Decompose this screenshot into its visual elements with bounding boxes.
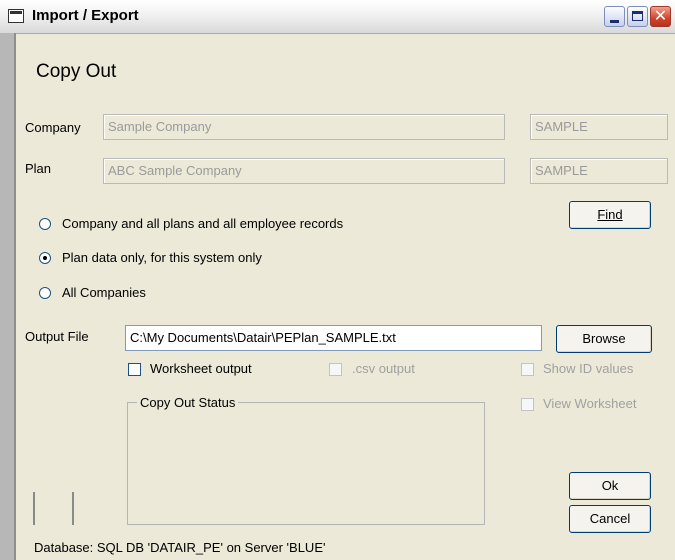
csv-output-label: .csv output [352,361,415,376]
browse-button[interactable]: Browse [556,325,652,353]
plan-code-field[interactable]: SAMPLE [530,158,668,184]
radio-company-all[interactable] [39,218,51,230]
ok-button[interactable]: Ok [569,472,651,500]
company-name-field[interactable]: Sample Company [103,114,505,140]
radio-plan-only-label[interactable]: Plan data only, for this system only [62,250,262,265]
show-id-values-checkbox [521,363,534,376]
view-worksheet-label: View Worksheet [543,396,637,411]
browse-button-label: Browse [582,331,626,346]
view-worksheet-checkbox [521,398,534,411]
company-code-field[interactable]: SAMPLE [530,114,668,140]
radio-company-all-label[interactable]: Company and all plans and all employee r… [62,216,343,231]
radio-all-companies-label[interactable]: All Companies [62,285,146,300]
minimize-button[interactable] [604,6,625,27]
plan-name-field[interactable]: ABC Sample Company [103,158,505,184]
radio-plan-only[interactable] [39,252,51,264]
maximize-button[interactable] [627,6,648,27]
worksheet-output-checkbox[interactable] [128,363,141,376]
plan-label: Plan [25,161,52,176]
csv-output-checkbox [329,363,342,376]
window-title: Import / Export [32,7,139,24]
app-icon [8,9,24,23]
minimize-icon [610,20,619,23]
output-file-field[interactable]: C:\My Documents\Datair\PEPlan_SAMPLE.txt [125,325,542,351]
worksheet-output-label[interactable]: Worksheet output [150,361,252,376]
cancel-button-label: Cancel [589,511,631,526]
database-status: Database: SQL DB 'DATAIR_PE' on Server '… [34,540,326,555]
cancel-button[interactable]: Cancel [569,505,651,533]
show-id-values-label: Show ID values [543,361,634,376]
output-file-label: Output File [25,329,89,344]
find-button-label: Find [597,207,623,222]
page-title: Copy Out [36,61,117,82]
maximize-icon [632,11,643,21]
copy-out-status-group [127,402,485,525]
company-label: Company [25,120,81,135]
radio-all-companies[interactable] [39,287,51,299]
window-left-border [0,33,14,560]
ok-button-label: Ok [601,478,619,493]
title-bar[interactable]: Import / Export ✕ [0,0,675,34]
close-icon: ✕ [653,6,668,25]
find-button[interactable]: Find [569,201,651,229]
close-button[interactable]: ✕ [650,6,671,27]
window-left-border-shadow [14,33,16,560]
progress-right-marker [72,492,74,525]
progress-left-marker [33,492,35,525]
copy-out-status-label: Copy Out Status [137,395,239,410]
